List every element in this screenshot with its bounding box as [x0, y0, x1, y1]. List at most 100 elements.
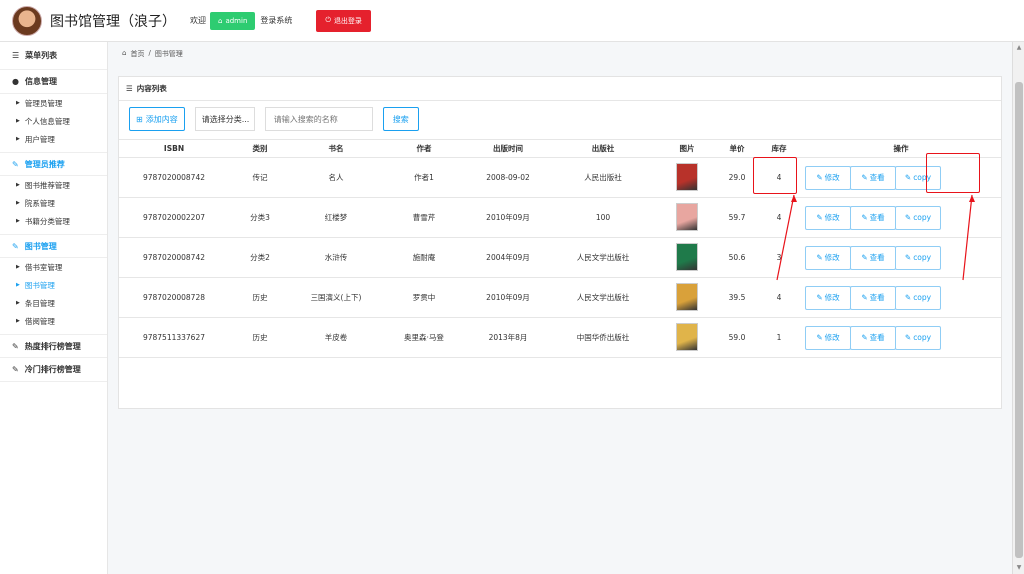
- edit-button-label: 修改: [824, 213, 840, 222]
- cell-image: [657, 157, 717, 198]
- home-icon: ⌂: [218, 16, 223, 25]
- edit-icon: ✎: [904, 333, 912, 342]
- add-content-button[interactable]: ⊞ 添加内容: [129, 107, 185, 131]
- copy-button[interactable]: ✎ copy: [895, 325, 941, 350]
- cell-date: 2013年8月: [467, 317, 549, 358]
- sidebar-group-label: 管理员推荐: [24, 159, 65, 169]
- admin-button[interactable]: ⌂ admin: [210, 11, 256, 30]
- sidebar-item-label: 个人信息管理: [24, 116, 70, 126]
- view-button-label: 查看: [869, 253, 885, 262]
- table-row: 9787020008742 分类2 水浒传 施耐庵 2004年09月 人民文学出版社 50.…: [119, 237, 1001, 278]
- scroll-thumb[interactable]: [1015, 82, 1023, 558]
- sidebar-group-recommend[interactable]: ✎ 管理员推荐: [0, 152, 107, 176]
- sidebar-item-book-category[interactable]: ▶ 书籍分类管理: [0, 212, 107, 230]
- view-button[interactable]: ✎ 查看: [850, 325, 896, 350]
- sidebar-group-info[interactable]: ● 信息管理: [0, 70, 107, 94]
- app-title: 图书馆管理（浪子）: [50, 13, 176, 30]
- search-button[interactable]: 搜索: [382, 107, 419, 131]
- cell-date: 2004年09月: [467, 237, 549, 278]
- sidebar-item-user-manage[interactable]: ▶ 用户管理: [0, 130, 107, 148]
- copy-button[interactable]: ✎ copy: [895, 205, 941, 230]
- edit-button[interactable]: ✎ 修改: [805, 285, 851, 310]
- sidebar-item-reading-room[interactable]: ▶ 借书室管理: [0, 258, 107, 276]
- sidebar-item-label: 院系管理: [24, 198, 55, 208]
- cell-name: 水浒传: [291, 237, 381, 278]
- edit-icon: ✎: [861, 293, 868, 302]
- scroll-down-arrow-icon[interactable]: ▼: [1015, 564, 1023, 572]
- cell-image: [657, 197, 717, 238]
- sidebar-group-label: 热度排行榜管理: [24, 341, 81, 351]
- edit-button[interactable]: ✎ 修改: [805, 325, 851, 350]
- cell-isbn: 9787020008742: [119, 157, 229, 198]
- cell-stock: 4: [757, 197, 801, 238]
- edit-button[interactable]: ✎ 修改: [805, 205, 851, 230]
- sidebar-item-label: 图书推荐管理: [24, 180, 70, 190]
- column-header: ISBN: [119, 139, 229, 158]
- breadcrumb-current: 图书管理: [154, 50, 183, 58]
- copy-button[interactable]: ✎ copy: [895, 245, 941, 270]
- logout-label: 退出登录: [333, 16, 362, 25]
- scroll-up-arrow-icon[interactable]: ▲: [1015, 44, 1023, 52]
- cell-isbn: 9787020008742: [119, 237, 229, 278]
- cell-price: 59.0: [717, 317, 757, 358]
- edit-button-label: 修改: [824, 253, 840, 262]
- sidebar-item-borrow[interactable]: ▶ 借阅管理: [0, 312, 107, 330]
- book-cover-image: [676, 282, 698, 311]
- edit-icon: ✎: [861, 213, 868, 222]
- edit-icon: ✎: [816, 213, 823, 222]
- list-icon: ☰: [12, 51, 20, 60]
- category-select[interactable]: 请选择分类...: [194, 107, 255, 131]
- edit-icon: ✎: [816, 173, 823, 182]
- edit-button[interactable]: ✎ 修改: [805, 245, 851, 270]
- cell-price: 59.7: [717, 197, 757, 238]
- logout-button[interactable]: ⏻ 退出登录: [316, 9, 371, 32]
- list-icon: ☰: [126, 84, 133, 93]
- sidebar-item-department[interactable]: ▶ 院系管理: [0, 194, 107, 212]
- copy-button[interactable]: ✎ copy: [895, 285, 941, 310]
- table-row: 9787020008742 传记 名人 作者1 2008-09-02 人民出版社 29.0 4…: [119, 157, 1001, 198]
- power-icon: ⏻: [325, 16, 331, 24]
- search-input[interactable]: [264, 107, 373, 131]
- sidebar-item-admin-manage[interactable]: ▶ 管理员管理: [0, 94, 107, 112]
- breadcrumb: ⌂ 首页 / 图书管理: [122, 49, 183, 59]
- cell-operations: ✎ 修改 ✎ 查看 ✎ copy: [801, 317, 1001, 358]
- sidebar-item-book-manage[interactable]: ▶ 图书管理: [0, 276, 107, 294]
- vertical-scrollbar[interactable]: ▲ ▼: [1012, 42, 1024, 574]
- cell-publisher: 人民文学出版社: [549, 237, 657, 278]
- cell-price: 50.6: [717, 237, 757, 278]
- sidebar-group-label: 图书管理: [24, 241, 57, 251]
- sidebar-group-book-manage[interactable]: ✎ 图书管理: [0, 234, 107, 258]
- content-panel: ☰ 内容列表 ⊞ 添加内容 请选择分类... 搜索 ISBN类别书名作者出版时间…: [118, 76, 1002, 409]
- view-button[interactable]: ✎ 查看: [850, 285, 896, 310]
- annotation-box-stock: [753, 157, 797, 194]
- breadcrumb-home[interactable]: 首页: [130, 49, 144, 59]
- cell-date: 2008-09-02: [467, 157, 549, 198]
- sidebar-item-book-recommend[interactable]: ▶ 图书推荐管理: [0, 176, 107, 194]
- cell-image: [657, 237, 717, 278]
- main-content: ⌂ 首页 / 图书管理 ☰ 内容列表 ⊞ 添加内容 请选择分类... 搜索 IS…: [108, 42, 1012, 574]
- sidebar-item-entry[interactable]: ▶ 条目管理: [0, 294, 107, 312]
- caret-right-icon: ▶: [16, 100, 20, 106]
- cell-publisher: 人民文学出版社: [549, 277, 657, 318]
- column-header: 单价: [717, 139, 757, 158]
- cell-isbn: 9787511337627: [119, 317, 229, 358]
- cell-author: 施耐庵: [381, 237, 467, 278]
- edit-icon: ✎: [12, 241, 19, 251]
- edit-button[interactable]: ✎ 修改: [805, 165, 851, 190]
- sidebar-group-hot-ranking[interactable]: ✎ 热度排行榜管理: [0, 334, 107, 358]
- cell-isbn: 9787020002207: [119, 197, 229, 238]
- view-button-label: 查看: [869, 173, 885, 182]
- view-button[interactable]: ✎ 查看: [850, 205, 896, 230]
- cell-name: 红楼梦: [291, 197, 381, 238]
- cell-operations: ✎ 修改 ✎ 查看 ✎ copy: [801, 237, 1001, 278]
- cell-date: 2010年09月: [467, 197, 549, 238]
- sidebar-item-personal-info[interactable]: ▶ 个人信息管理: [0, 112, 107, 130]
- view-button[interactable]: ✎ 查看: [850, 165, 896, 190]
- avatar: [12, 5, 42, 36]
- view-button[interactable]: ✎ 查看: [850, 245, 896, 270]
- view-button-label: 查看: [869, 293, 885, 302]
- view-button-label: 查看: [869, 333, 885, 342]
- table-body: 9787020008742 传记 名人 作者1 2008-09-02 人民出版社 29.0 4…: [119, 157, 1001, 358]
- column-header: 出版时间: [467, 139, 549, 158]
- sidebar-group-cold-ranking[interactable]: ✎ 冷门排行榜管理: [0, 358, 107, 382]
